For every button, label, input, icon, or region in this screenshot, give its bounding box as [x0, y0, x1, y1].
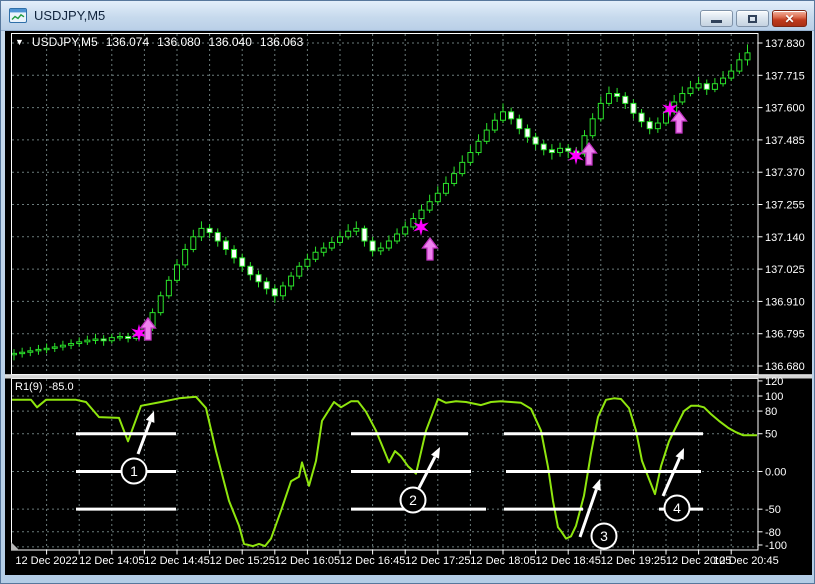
time-axis-label: 12 Dec 14:45	[144, 555, 209, 567]
restore-icon	[748, 15, 757, 23]
price-axis-label: 137.485	[765, 135, 805, 147]
close-button[interactable]: ✕	[772, 10, 807, 27]
circled-number-label: 3	[600, 528, 608, 544]
circled-number-label: 4	[673, 500, 681, 516]
indicator-label: R1(9) -85.0	[15, 381, 74, 393]
symbol-dropdown-icon[interactable]: ▼	[15, 35, 24, 49]
price-axis[interactable]: 137.830 137.715 137.600 137.485 137.370 137.2…	[758, 38, 805, 373]
price-axis-label: 136.795	[765, 329, 805, 341]
time-axis-label: 12 Dec 18:45	[535, 555, 600, 567]
time-axis-label: 12 Dec 20:45	[713, 555, 778, 567]
candlestick-series	[12, 44, 751, 360]
close-icon: ✕	[784, 12, 794, 26]
time-axis-label: 12 Dec 18:05	[470, 555, 535, 567]
indicator-axis-label: 50	[765, 429, 777, 441]
indicator-axis-label: 120	[765, 376, 783, 388]
time-axis-label: 12 Dec 17:25	[405, 555, 470, 567]
minimize-button[interactable]	[700, 10, 733, 27]
annotation-arrows	[138, 411, 684, 537]
ohlc-open: 136.074	[106, 35, 149, 49]
indicator-axis-label: 80	[765, 406, 777, 418]
time-axis-label: 12 Dec 2022	[15, 555, 77, 567]
time-axis-label: 12 Dec 19:25	[601, 555, 666, 567]
indicator-axis[interactable]: 120 100 80 50 0.00 -50 -80-100	[758, 376, 787, 552]
indicator-axis-label: -50	[765, 504, 781, 516]
price-axis-label: 137.830	[765, 38, 805, 50]
price-axis-label: 137.600	[765, 103, 805, 115]
indicator-value: -85.0	[49, 381, 74, 393]
indicator-axis-label: 0.00	[765, 466, 786, 478]
price-axis-label: 136.910	[765, 296, 805, 308]
minimize-icon	[711, 20, 722, 23]
mt4-chart-window: USDJPY,M5 ✕ 1234137.830137.715137.600137…	[0, 0, 815, 584]
chart-client-area[interactable]: 1234137.830137.715137.600137.485137.3701…	[5, 31, 812, 575]
chart-plot[interactable]: 1234137.830137.715137.600137.485137.3701…	[5, 31, 812, 575]
price-axis-label: 137.370	[765, 167, 805, 179]
time-axis-label: 12 Dec 16:45	[340, 555, 405, 567]
ohlc-close: 136.063	[260, 35, 303, 49]
indicator-axis-label: -100	[765, 540, 787, 552]
price-axis-label: 137.140	[765, 232, 805, 244]
time-axis-label: 12 Dec 16:05	[275, 555, 340, 567]
annotation-level-lines	[76, 434, 703, 509]
time-axis-label: 12 Dec 15:25	[209, 555, 274, 567]
pane-resize-triangle[interactable]	[11, 542, 19, 550]
circled-number-label: 2	[409, 492, 417, 508]
window-controls: ✕	[697, 10, 807, 27]
price-axis-label: 137.025	[765, 264, 805, 276]
price-axis-label: 137.715	[765, 70, 805, 82]
price-axis-label: 137.255	[765, 200, 805, 212]
time-axis[interactable]: 12 Dec 202212 Dec 14:0512 Dec 14:4512 De…	[15, 551, 778, 568]
indicator-name: R1(9)	[15, 381, 43, 393]
indicator-axis-label: -80	[765, 527, 781, 539]
ohlc-low: 136.040	[209, 35, 252, 49]
window-title: USDJPY,M5	[34, 8, 105, 23]
circled-number-label: 1	[130, 463, 138, 479]
price-axis-label: 136.680	[765, 361, 805, 373]
chart-ohlc-header: ▼ USDJPY,M5 136.074 136.080 136.040 136.…	[15, 35, 303, 49]
buy-signal-markers	[131, 100, 686, 342]
pane-divider[interactable]	[5, 375, 812, 379]
symbol-label: USDJPY,M5	[32, 35, 98, 49]
chart-app-icon	[9, 8, 27, 23]
time-axis-label: 12 Dec 14:05	[79, 555, 144, 567]
signal-up-arrow-icon	[423, 238, 438, 260]
ohlc-high: 136.080	[157, 35, 200, 49]
window-titlebar[interactable]: USDJPY,M5 ✕	[1, 1, 814, 31]
restore-button[interactable]	[736, 10, 769, 27]
indicator-axis-label: 100	[765, 391, 783, 403]
